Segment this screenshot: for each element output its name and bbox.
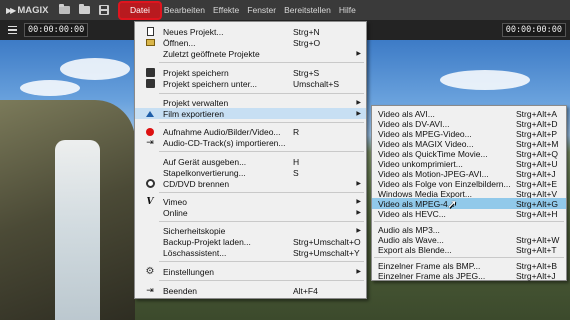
menu-item-vimeo[interactable]: V Vimeo ▶ — [135, 196, 366, 207]
menu-item-stapelkonvertierung[interactable]: Stapelkonvertierung... S — [135, 167, 366, 178]
disc-burn-icon — [145, 179, 155, 188]
menu-item-einstellungen[interactable]: ⚙ Einstellungen ▶ — [135, 266, 366, 277]
menu-hilfe[interactable]: Hilfe — [335, 0, 360, 20]
open-folder-icon — [145, 38, 155, 47]
separator — [159, 261, 364, 262]
exit-icon: ⇥ — [146, 285, 154, 295]
cloud — [60, 58, 130, 80]
vimeo-icon: V — [146, 196, 154, 207]
export-submenu: Video als AVI... Strg+Alt+A Video als DV… — [371, 105, 567, 281]
submenu-item-hevc[interactable]: Video als HEVC... Strg+Alt+H — [372, 208, 566, 219]
separator — [159, 62, 364, 63]
menu-bereitstellen[interactable]: Bereitstellen — [280, 0, 335, 20]
menu-item-film-exportieren[interactable]: Film exportieren ▶ — [135, 108, 366, 119]
cloud — [440, 70, 530, 90]
menu-item-oeffnen[interactable]: Öffnen... Strg+O — [135, 37, 366, 48]
menu-fenster[interactable]: Fenster — [243, 0, 280, 20]
open-folder-icon[interactable] — [74, 0, 94, 20]
submenu-arrow-icon: ▶ — [356, 228, 361, 234]
separator — [159, 221, 364, 222]
menu-item-audio-cd-import[interactable]: ⇥ Audio-CD-Track(s) importieren... — [135, 137, 366, 148]
save-icon[interactable] — [94, 0, 114, 20]
submenu-arrow-icon: ▶ — [356, 181, 361, 187]
menu-item-online[interactable]: Online ▶ — [135, 207, 366, 218]
menu-item-projekt-speichern-unter[interactable]: Projekt speichern unter... Umschalt+S — [135, 78, 366, 89]
menu-bearbeiten[interactable]: Bearbeiten — [160, 0, 209, 20]
menu-item-projekt-verwalten[interactable]: Projekt verwalten ▶ — [135, 97, 366, 108]
submenu-arrow-icon: ▶ — [356, 51, 361, 57]
timecode-left[interactable]: 00:00:00:00 — [24, 23, 89, 37]
menu-effekte[interactable]: Effekte — [209, 0, 243, 20]
menu-item-beenden[interactable]: ⇥ Beenden Alt+F4 — [135, 285, 366, 296]
menu-item-auf-geraet-ausgeben[interactable]: Auf Gerät ausgeben... H — [135, 156, 366, 167]
new-document-icon — [145, 27, 155, 36]
record-icon — [145, 127, 155, 136]
save-as-disk-icon — [145, 79, 155, 88]
submenu-arrow-icon: ▶ — [356, 111, 361, 117]
menu-item-aufnahme[interactable]: Aufnahme Audio/Bilder/Video... R — [135, 126, 366, 137]
submenu-item-blende[interactable]: Export als Blende... Strg+Alt+T — [372, 244, 566, 255]
menubar: ▶▶ MAGIX Datei Bearbeiten Effekte Fenste… — [0, 0, 570, 20]
menu-item-projekt-speichern[interactable]: Projekt speichern Strg+S — [135, 67, 366, 78]
menu-item-zuletzt-geoeffnet[interactable]: Zuletzt geöffnete Projekte ▶ — [135, 48, 366, 59]
menu-datei[interactable]: Datei — [118, 0, 162, 20]
submenu-arrow-icon: ▶ — [356, 100, 361, 106]
audio-cd-import-icon: ⇥ — [146, 137, 154, 147]
cloud — [20, 80, 80, 96]
separator — [374, 257, 564, 258]
magix-logo-icon: ▶▶ — [6, 5, 16, 15]
gear-icon: ⚙ — [145, 266, 155, 277]
submenu-arrow-icon: ▶ — [356, 269, 361, 275]
submenu-arrow-icon: ▶ — [356, 199, 361, 205]
file-menu: Neues Projekt... Strg+N Öffnen... Strg+O… — [134, 21, 367, 299]
timecode-right[interactable]: 00:00:00:00 — [501, 23, 566, 37]
app-name: MAGIX — [17, 4, 49, 16]
export-icon — [145, 109, 155, 118]
mouse-cursor-icon: ➚ — [447, 197, 458, 211]
submenu-item-frame-jpeg[interactable]: Einzelner Frame als JPEG... Strg+Alt+J — [372, 270, 566, 281]
separator — [159, 93, 364, 94]
separator — [374, 221, 564, 222]
separator — [159, 122, 364, 123]
separator — [159, 151, 364, 152]
menu-item-cd-dvd-brennen[interactable]: CD/DVD brennen ▶ — [135, 178, 366, 189]
menu-item-neues-projekt[interactable]: Neues Projekt... Strg+N — [135, 26, 366, 37]
menu-item-sicherheitskopie[interactable]: Sicherheitskopie ▶ — [135, 225, 366, 236]
separator — [159, 280, 364, 281]
menu-item-loeschassistent[interactable]: Löschassistent... Strg+Umschalt+Y — [135, 247, 366, 258]
menu-item-backup-projekt[interactable]: Backup-Projekt laden... Strg+Umschalt+O — [135, 236, 366, 247]
separator — [159, 192, 364, 193]
waterfall — [55, 140, 100, 320]
magix-logo: ▶▶ MAGIX — [0, 5, 54, 16]
submenu-arrow-icon: ▶ — [356, 210, 361, 216]
new-file-icon[interactable] — [54, 0, 74, 20]
save-disk-icon — [145, 68, 155, 77]
hamburger-menu-icon[interactable] — [0, 25, 24, 35]
